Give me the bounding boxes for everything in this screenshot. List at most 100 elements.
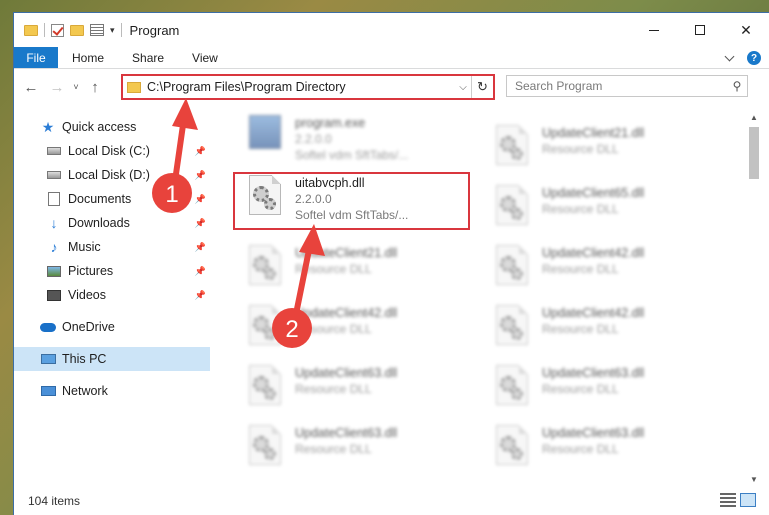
up-button[interactable]: ↑ (84, 79, 106, 96)
sidebar-item-label: Downloads (68, 216, 130, 230)
pin-icon[interactable]: 📌 (195, 218, 206, 229)
sidebar-item-label: Network (62, 384, 108, 398)
tab-file[interactable]: File (14, 47, 58, 68)
file-description: Resource DLL (295, 382, 372, 396)
back-button[interactable]: ← (20, 79, 42, 96)
sidebar-item-label: Local Disk (D:) (68, 168, 150, 182)
explorer-window: ▾ Program ✕ File Home Share View ? ← → ˅… (13, 12, 769, 515)
window-title: Program (129, 22, 180, 38)
file-description: Resource DLL (295, 322, 372, 336)
help-icon[interactable]: ? (747, 51, 761, 65)
file-tile[interactable]: program.exe 2.2.0.0 Softel vdm SftTabs/.… (249, 113, 479, 173)
drive-icon (46, 168, 62, 182)
expand-ribbon-chevron-icon[interactable] (724, 51, 735, 61)
search-box[interactable]: ⚲ (506, 75, 748, 97)
tab-share[interactable]: Share (118, 47, 178, 68)
sidebar-item-label: Pictures (68, 264, 114, 278)
sidebar-item-local-disk-c[interactable]: Local Disk (C:) 📌 (14, 139, 210, 163)
close-icon: ✕ (740, 21, 752, 38)
address-bar[interactable]: C:\Program Files\Program Directory ⌵ ↻ (121, 74, 495, 100)
file-name: UpdateClient21.dll (542, 126, 645, 140)
pin-icon[interactable]: 📌 (195, 146, 206, 157)
sidebar-item-this-pc[interactable]: This PC (14, 347, 210, 371)
refresh-button[interactable]: ↻ (471, 76, 493, 98)
recent-locations-button[interactable]: ˅ (68, 82, 84, 92)
star-icon: ★ (41, 118, 55, 135)
properties-check-icon[interactable] (51, 23, 64, 37)
scroll-down-arrow-icon[interactable]: ▼ (747, 475, 761, 487)
tab-home[interactable]: Home (58, 47, 118, 68)
toolbar-divider (44, 23, 45, 37)
sidebar-item-label: OneDrive (62, 320, 115, 334)
sidebar-item-label: Documents (68, 192, 132, 206)
forward-button[interactable]: → (46, 79, 68, 96)
item-count: 104 items (28, 494, 81, 508)
view-switcher (720, 493, 756, 507)
pin-icon[interactable]: 📌 (195, 290, 206, 301)
ribbon-tabs: File Home Share View ? (14, 47, 769, 69)
maximize-button[interactable] (677, 13, 723, 47)
onedrive-icon (40, 320, 56, 334)
sidebar-item-label: This PC (62, 352, 107, 366)
file-description: Resource DLL (542, 322, 619, 336)
tab-view[interactable]: View (178, 47, 232, 68)
minimize-button[interactable] (631, 13, 677, 47)
sidebar-item-documents[interactable]: Documents 📌 (14, 187, 210, 211)
new-folder-icon[interactable] (70, 24, 84, 36)
sidebar-item-downloads[interactable]: ↓ Downloads 📌 (14, 211, 210, 235)
sidebar-item-label: Local Disk (C:) (68, 144, 150, 158)
vertical-scrollbar[interactable]: ▲ ▼ (747, 113, 761, 487)
folder-icon (24, 24, 38, 36)
pin-icon[interactable]: 📌 (195, 242, 206, 253)
customize-view-icon[interactable] (90, 24, 104, 36)
sidebar-item-local-disk-d[interactable]: Local Disk (D:) 📌 (14, 163, 210, 187)
file-tile[interactable]: UpdateClient63.dll Resource DLL (249, 363, 479, 423)
file-list: program.exe 2.2.0.0 Softel vdm SftTabs/.… (221, 113, 746, 485)
sidebar-item-music[interactable]: ♪ Music 📌 (14, 235, 210, 259)
customize-toolbar-dropdown-icon[interactable]: ▾ (110, 25, 115, 36)
file-tile[interactable]: UpdateClient42.dll Resource DLL (496, 303, 726, 363)
address-path[interactable]: C:\Program Files\Program Directory (147, 80, 455, 94)
search-input[interactable] (507, 79, 727, 93)
pin-icon[interactable]: 📌 (195, 266, 206, 277)
this-pc-icon (40, 352, 56, 366)
details-view-icon[interactable] (720, 493, 736, 507)
sidebar-item-network[interactable]: Network (14, 379, 210, 403)
large-icons-view-icon[interactable] (740, 493, 756, 507)
maximize-icon (695, 25, 705, 35)
file-description: Resource DLL (542, 202, 619, 216)
file-name: UpdateClient21.dll (295, 246, 398, 260)
sidebar-item-onedrive[interactable]: OneDrive (14, 315, 210, 339)
file-tile[interactable]: UpdateClient63.dll Resource DLL (496, 423, 726, 483)
search-icon[interactable]: ⚲ (727, 79, 747, 93)
file-name: UpdateClient42.dll (542, 306, 645, 320)
file-description: Resource DLL (542, 382, 619, 396)
file-tile[interactable]: UpdateClient42.dll Resource DLL (249, 303, 479, 363)
scrollbar-thumb[interactable] (749, 127, 759, 179)
navigation-pane: ★ Quick access Local Disk (C:) 📌 Local D… (14, 115, 210, 487)
scroll-up-arrow-icon[interactable]: ▲ (747, 113, 761, 125)
dll-file-icon (496, 425, 534, 469)
file-tile[interactable]: UpdateClient21.dll Resource DLL (496, 123, 726, 183)
address-dropdown-button[interactable]: ⌵ (455, 82, 471, 93)
videos-icon (46, 288, 62, 302)
file-name: UpdateClient63.dll (542, 366, 645, 380)
sidebar-item-pictures[interactable]: Pictures 📌 (14, 259, 210, 283)
pin-icon[interactable]: 📌 (195, 194, 206, 205)
file-tile[interactable]: UpdateClient65.dll Resource DLL (496, 183, 726, 243)
sidebar-item-quick-access[interactable]: ★ Quick access (14, 115, 210, 139)
navigation-bar: ← → ˅ ↑ C:\Program Files\Program Directo… (14, 69, 769, 105)
downloads-icon: ↓ (50, 215, 58, 231)
file-tile[interactable]: UpdateClient63.dll Resource DLL (249, 423, 479, 483)
pin-icon[interactable]: 📌 (195, 170, 206, 181)
network-icon (40, 384, 56, 398)
file-description: Resource DLL (295, 442, 372, 456)
file-tile[interactable]: UpdateClient63.dll Resource DLL (496, 363, 726, 423)
sidebar-item-videos[interactable]: Videos 📌 (14, 283, 210, 307)
dll-file-icon (249, 425, 287, 469)
file-tile[interactable]: UpdateClient42.dll Resource DLL (496, 243, 726, 303)
dll-file-icon (496, 365, 534, 409)
file-name: UpdateClient63.dll (295, 426, 398, 440)
close-button[interactable]: ✕ (723, 13, 769, 47)
file-tile[interactable]: UpdateClient21.dll Resource DLL (249, 243, 479, 303)
